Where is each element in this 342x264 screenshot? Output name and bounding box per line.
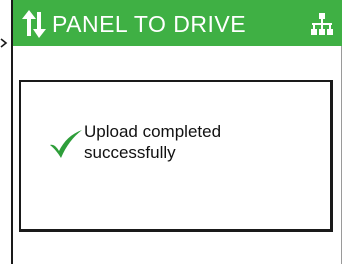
up-down-arrows-icon [22, 10, 46, 38]
pointer-arrow-icon [0, 38, 8, 48]
upload-status-message: Upload completed successfully [84, 122, 222, 162]
drive-panel-screen: PANEL TO DRIVE Upload completed successf… [0, 0, 342, 264]
checkmark-icon [50, 130, 82, 158]
upload-status-dialog: Upload completed successfully [19, 80, 333, 232]
page-title: PANEL TO DRIVE [52, 11, 247, 37]
network-hierarchy-icon [311, 13, 333, 35]
